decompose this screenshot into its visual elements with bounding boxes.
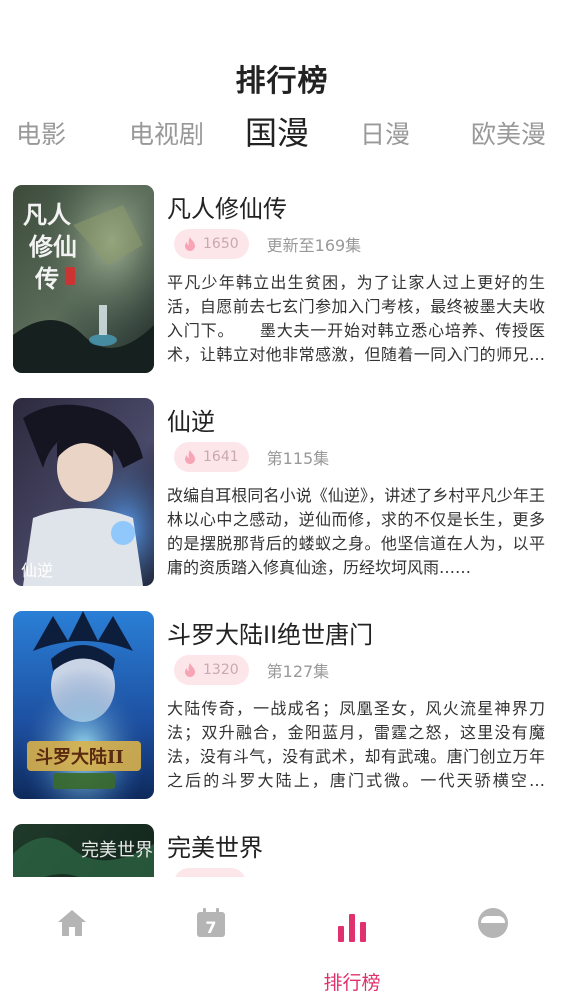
heat-count: 1320 bbox=[203, 662, 239, 678]
list-item[interactable]: 仙逆 仙逆 1641 第115集 改编自耳根同名小说《仙逆》，讲述了乡村平凡少年… bbox=[0, 398, 564, 598]
item-title[interactable]: 斗罗大陆II绝世唐门 bbox=[167, 615, 373, 650]
calendar-icon: 7 bbox=[197, 908, 225, 937]
heat-count: 1641 bbox=[203, 449, 239, 465]
item-meta: 1641 第115集 bbox=[174, 442, 329, 472]
svg-text:传: 传 bbox=[34, 264, 59, 293]
list-item[interactable]: 完美世界 完美世界 bbox=[0, 824, 564, 877]
cover-image[interactable]: 斗罗大陆II bbox=[13, 611, 154, 799]
calendar-day: 7 bbox=[205, 918, 216, 937]
heat-badge bbox=[174, 868, 246, 877]
heat-badge: 1650 bbox=[174, 229, 249, 259]
item-meta: 1650 更新至169集 bbox=[174, 229, 361, 259]
heat-count: 1650 bbox=[203, 236, 239, 252]
page-title: 排行榜 bbox=[235, 64, 329, 99]
nav-ranking-label: 排行榜 bbox=[323, 972, 381, 994]
cover-image[interactable]: 仙逆 bbox=[13, 398, 154, 586]
cover-image[interactable]: 凡人 修仙 传 bbox=[13, 185, 154, 373]
episode-status: 第127集 bbox=[266, 662, 330, 681]
item-description: 大陆传奇，一战成名；凤凰圣女，风火流星神界刀法；双升融合，金阳蓝月，雷霆之怒，这… bbox=[167, 699, 545, 790]
item-description: 平凡少年韩立出生贫困，为了让家人过上更好的生活，自愿前去七玄门参加入门考核，最终… bbox=[167, 273, 545, 364]
svg-text:斗罗大陆II: 斗罗大陆II bbox=[35, 746, 124, 768]
nav-home[interactable] bbox=[22, 884, 122, 1002]
nav-schedule[interactable]: 7 bbox=[161, 884, 261, 1002]
cover-image[interactable]: 完美世界 bbox=[13, 824, 154, 877]
nav-ranking[interactable]: 排行榜 bbox=[302, 884, 402, 1002]
flame-icon bbox=[185, 237, 195, 251]
flame-icon bbox=[185, 450, 195, 464]
item-title[interactable]: 凡人修仙传 bbox=[167, 189, 287, 224]
home-icon bbox=[58, 910, 86, 936]
list-item[interactable]: 斗罗大陆II 斗罗大陆II绝世唐门 1320 第127集 大陆传奇，一战成名；凤… bbox=[0, 611, 564, 811]
ranking-icon bbox=[338, 914, 366, 942]
heat-badge: 1641 bbox=[174, 442, 249, 472]
flame-icon bbox=[185, 663, 195, 677]
list-item[interactable]: 凡人 修仙 传 凡人修仙传 1650 更新至169集 平凡少年韩立出生贫困，为了… bbox=[0, 185, 564, 385]
tab-tv-series[interactable]: 电视剧 bbox=[129, 112, 204, 162]
heat-badge: 1320 bbox=[174, 655, 249, 685]
ranking-list[interactable]: 凡人 修仙 传 凡人修仙传 1650 更新至169集 平凡少年韩立出生贫困，为了… bbox=[0, 170, 564, 877]
tab-western-anime[interactable]: 欧美漫 bbox=[471, 112, 546, 162]
episode-status: 第115集 bbox=[266, 449, 330, 468]
episode-status: 更新至169集 bbox=[266, 236, 362, 255]
category-tabs: 电影 电视剧 国漫 日漫 欧美漫 bbox=[0, 112, 564, 162]
tab-japanese-anime[interactable]: 日漫 bbox=[360, 112, 410, 162]
item-title[interactable]: 仙逆 bbox=[167, 402, 215, 437]
nav-profile[interactable] bbox=[443, 884, 543, 1002]
item-meta: 1320 第127集 bbox=[174, 655, 329, 685]
item-title[interactable]: 完美世界 bbox=[167, 828, 263, 863]
svg-text:凡人: 凡人 bbox=[23, 200, 71, 229]
item-description: 改编自耳根同名小说《仙逆》，讲述了乡村平凡少年王林以心中之感动，逆仙而修，求的不… bbox=[167, 486, 545, 577]
tab-chinese-anime[interactable]: 国漫 bbox=[245, 110, 309, 160]
svg-text:完美世界: 完美世界 bbox=[81, 840, 153, 861]
profile-icon bbox=[478, 908, 508, 938]
item-meta bbox=[174, 868, 246, 877]
svg-text:仙逆: 仙逆 bbox=[21, 561, 53, 580]
svg-text:修仙: 修仙 bbox=[28, 232, 77, 261]
bottom-nav: 7 排行榜 bbox=[0, 884, 564, 1002]
tab-movie[interactable]: 电影 bbox=[16, 112, 66, 162]
